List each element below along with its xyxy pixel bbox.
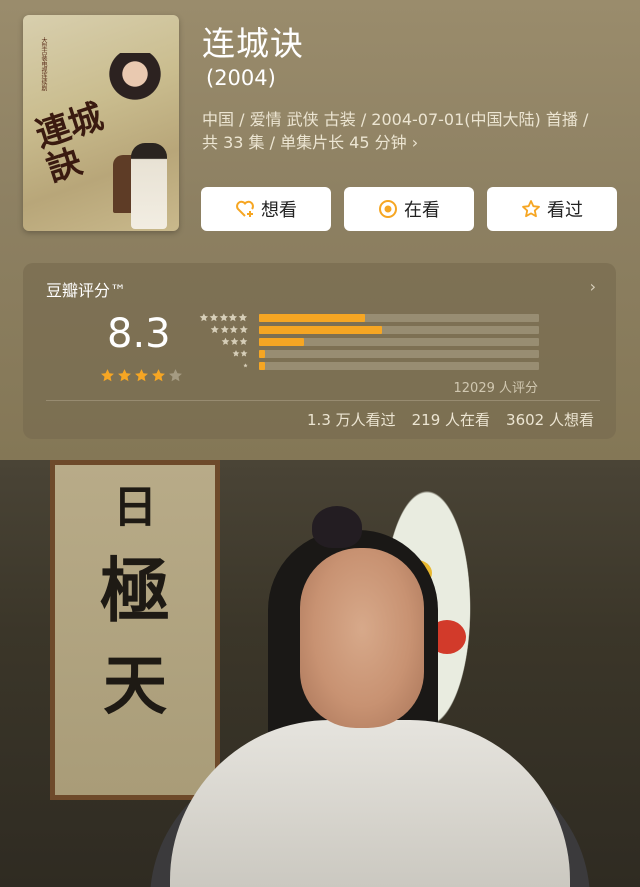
bar-fill (259, 350, 265, 358)
star-level-icons (232, 348, 248, 359)
audience-stats: 1.3 万人看过 219 人在看 3602 人想看 (307, 409, 594, 430)
star-empty-icon (168, 368, 183, 387)
bar-fill (259, 326, 383, 334)
want-count[interactable]: 3602 人想看 (506, 409, 594, 430)
rating-bar-2-star (198, 348, 539, 359)
rating-distribution (198, 312, 539, 372)
bar-track (259, 338, 539, 346)
character-topknot (312, 506, 362, 548)
rating-bar-5-star (198, 312, 539, 323)
meta-line-2: 共 33 集 / 单集片长 45 分钟 (202, 133, 407, 152)
rating-stars (100, 368, 183, 387)
bar-track (259, 362, 539, 370)
calligraphy-plaque: 日 極 天 (50, 460, 220, 800)
star-filled-icon (117, 368, 132, 387)
star-filled-icon (134, 368, 149, 387)
want-button[interactable]: 想看 (201, 187, 331, 231)
star-level-icons (210, 324, 248, 335)
meta-line-1: 中国 / 爱情 武侠 古装 / 2004-07-01(中国大陆) 首播 / (202, 110, 589, 129)
watched-count[interactable]: 1.3 万人看过 (307, 409, 396, 430)
target-icon (378, 199, 398, 219)
bar-fill (259, 362, 265, 370)
bar-track (259, 326, 539, 334)
plaque-char-1: 日 (113, 482, 157, 533)
plaque-char-2: 極 (100, 549, 170, 632)
bar-fill (259, 314, 366, 322)
bar-track (259, 314, 539, 322)
rating-panel[interactable]: 豆瓣评分™ › 8.3 12029 人评分 1.3 万人看过 219 人在看 3… (23, 263, 616, 439)
bar-track (259, 350, 539, 358)
chevron-right-icon: › (589, 277, 596, 296)
watched-label: 看过 (547, 200, 583, 221)
star-level-icons (199, 312, 248, 323)
page-title: 连城诀 (202, 24, 304, 63)
star-filled-icon (100, 368, 115, 387)
star-level-icons (221, 336, 248, 347)
poster-image[interactable]: 大型古装电视连续剧 連城訣 (23, 15, 179, 231)
drama-still-image: 日 極 天 (0, 460, 640, 887)
watching-label: 在看 (404, 200, 440, 221)
header-area: 大型古装电视连续剧 連城訣 连城诀 (2004) 中国 / 爱情 武侠 古装 /… (0, 0, 640, 460)
watching-count[interactable]: 219 人在看 (412, 409, 490, 430)
rating-score: 8.3 (107, 311, 171, 357)
star-outline-icon (521, 199, 541, 219)
watched-button[interactable]: 看过 (487, 187, 617, 231)
plaque-char-3: 天 (103, 649, 167, 724)
chevron-right-icon: › (411, 133, 419, 152)
poster-swordsman (131, 143, 167, 229)
poster-tagline: 大型古装电视连续剧 (40, 37, 47, 91)
watching-button[interactable]: 在看 (344, 187, 474, 231)
rating-bar-1-star (198, 360, 539, 371)
rating-label: 豆瓣评分™ (46, 281, 127, 300)
meta-info[interactable]: 中国 / 爱情 武侠 古装 / 2004-07-01(中国大陆) 首播 / 共 … (202, 108, 622, 154)
want-label: 想看 (261, 200, 297, 221)
star-level-icons (243, 360, 248, 371)
poster-actress (107, 53, 163, 123)
rating-count: 12029 人评分 (453, 381, 539, 396)
star-filled-icon (151, 368, 166, 387)
rating-bar-3-star (198, 336, 539, 347)
heart-plus-icon (235, 199, 255, 219)
character-face (300, 548, 424, 728)
rating-bar-4-star (198, 324, 539, 335)
divider (46, 400, 600, 401)
bar-fill (259, 338, 304, 346)
release-year: (2004) (206, 66, 276, 90)
character-robe (170, 720, 570, 887)
